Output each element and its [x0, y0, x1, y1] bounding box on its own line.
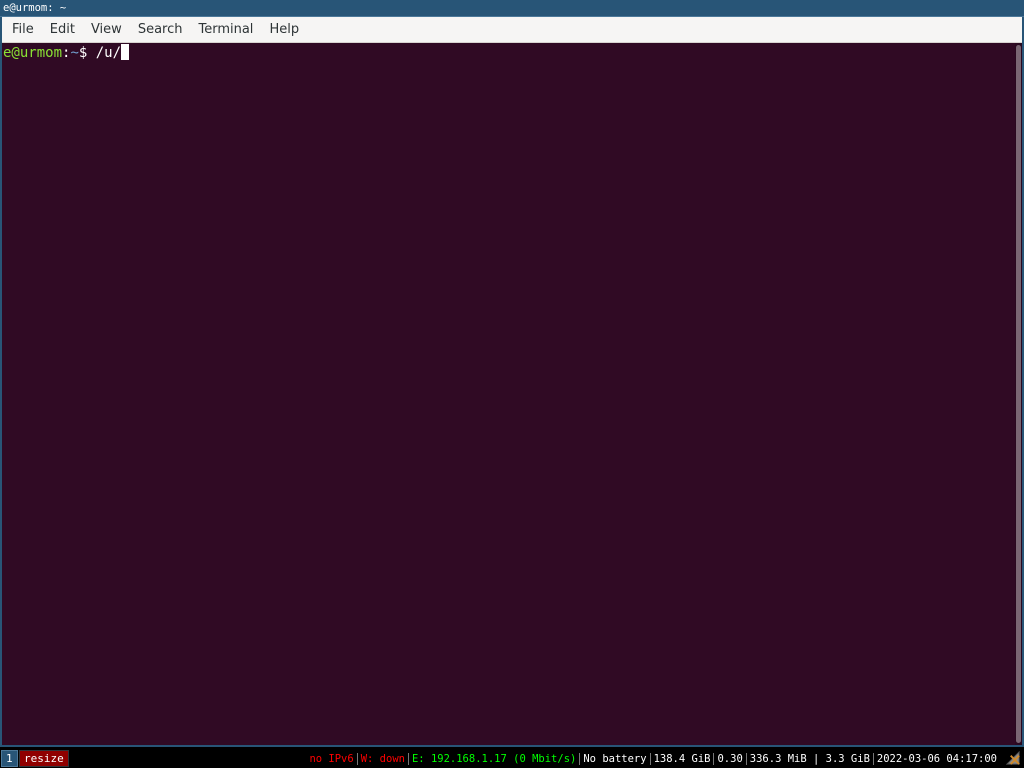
battery-status: No battery [583, 753, 647, 765]
menubar: File Edit View Search Terminal Help [2, 17, 1022, 43]
window-title: e@urmom: ~ [3, 2, 67, 14]
scrollbar-thumb[interactable] [1016, 45, 1021, 743]
menu-file[interactable]: File [4, 17, 42, 43]
terminal-output[interactable]: e@urmom:~$ /u/ [2, 43, 1022, 745]
menu-terminal[interactable]: Terminal [190, 17, 261, 43]
prompt-user: e@urmom [3, 45, 63, 61]
menu-edit[interactable]: Edit [42, 17, 83, 43]
terminal-window: File Edit View Search Terminal Help e@ur… [0, 17, 1024, 747]
terminal-scrollbar[interactable] [1015, 43, 1022, 745]
text-cursor [121, 44, 130, 60]
disk-status: 138.4 GiB [653, 753, 711, 765]
window-titlebar[interactable]: e@urmom: ~ [0, 0, 1024, 17]
datetime-status: 2022-03-06 04:17:00 [876, 753, 997, 765]
prompt-path: ~ [70, 45, 79, 61]
wireless-status: W: down [360, 753, 405, 765]
menu-search[interactable]: Search [130, 17, 191, 43]
status-bar: 1 resize no IPv6 W: down E: 192.168.1.17… [0, 749, 1024, 768]
memory-status: 336.3 MiB | 3.3 GiB [749, 753, 870, 765]
workspace-button-1[interactable]: 1 [1, 750, 18, 767]
binding-mode-indicator: resize [19, 750, 69, 767]
load-status: 0.30 [717, 753, 743, 765]
network-disconnected-icon[interactable] [1006, 751, 1021, 766]
command-input[interactable]: /u/ [96, 45, 121, 61]
ipv6-status: no IPv6 [309, 753, 354, 765]
ethernet-status: E: 192.168.1.17 (0 Mbit/s) [411, 753, 577, 765]
desktop: e@urmom: ~ File Edit View Search Termina… [0, 0, 1024, 768]
menu-view[interactable]: View [83, 17, 130, 43]
command-line[interactable]: e@urmom:~$ /u/ [3, 44, 130, 62]
prompt-symbol: $ [78, 45, 96, 61]
status-blocks: no IPv6 W: down E: 192.168.1.17 (0 Mbit/… [306, 751, 1000, 767]
menu-help[interactable]: Help [261, 17, 307, 43]
